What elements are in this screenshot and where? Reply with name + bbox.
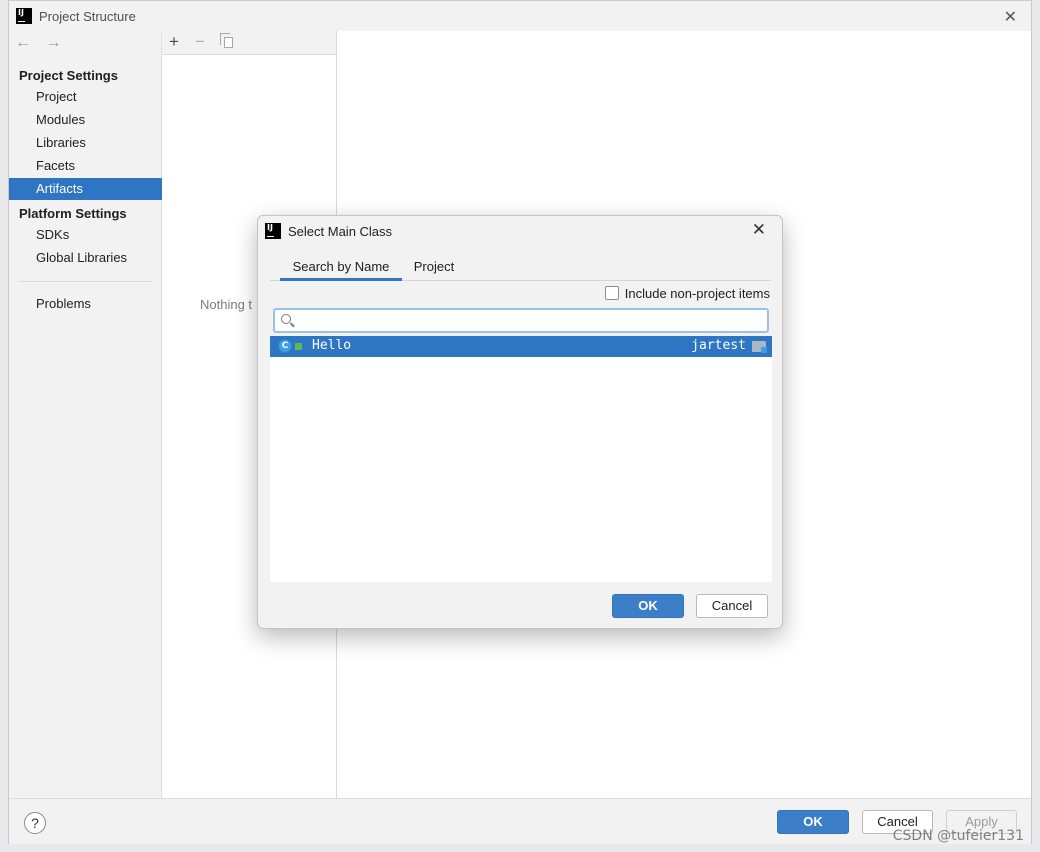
nav-arrows: ← → — [15, 34, 71, 52]
result-module-name: jartest — [691, 338, 746, 353]
tab-project[interactable]: Project — [408, 254, 460, 281]
empty-list-text: Nothing t — [200, 297, 253, 312]
runnable-marker-icon — [295, 343, 302, 350]
ok-button[interactable]: OK — [777, 810, 849, 834]
select-main-class-dialog: IJ Select Main Class ✕ Search by Name Pr… — [257, 215, 783, 629]
remove-icon[interactable]: − — [195, 32, 205, 52]
back-arrow-icon[interactable]: ← — [15, 34, 31, 51]
include-non-project-label: Include non-project items — [624, 286, 770, 301]
dialog-tabs: Search by Name Project — [270, 254, 771, 281]
project-settings-heading: Project Settings — [19, 68, 118, 83]
intellij-logo-icon: IJ — [265, 223, 281, 239]
window-title: Project Structure — [39, 9, 136, 24]
platform-settings-heading: Platform Settings — [19, 206, 127, 221]
sidebar-item-artifacts[interactable]: Artifacts — [9, 178, 162, 200]
close-icon[interactable]: ✕ — [1004, 7, 1017, 27]
tab-search-by-name[interactable]: Search by Name — [280, 254, 402, 281]
dialog-cancel-button[interactable]: Cancel — [696, 594, 768, 618]
class-search-input[interactable] — [297, 310, 763, 331]
result-row[interactable]: C Hello jartest — [270, 336, 772, 357]
sidebar-item-global-libraries[interactable]: Global Libraries — [9, 247, 162, 269]
dialog-ok-button[interactable]: OK — [612, 594, 684, 618]
help-button[interactable]: ? — [24, 812, 46, 834]
include-non-project-checkbox[interactable] — [604, 286, 619, 300]
module-folder-icon — [752, 341, 767, 353]
sidebar-divider — [19, 281, 152, 282]
sidebar-item-libraries[interactable]: Libraries — [9, 132, 162, 154]
footer-bar: ? OK Cancel Apply — [9, 798, 1031, 844]
artifacts-toolbar: + − — [162, 31, 336, 55]
results-list: C Hello jartest — [270, 336, 772, 582]
sidebar-item-facets[interactable]: Facets — [9, 155, 162, 177]
result-class-name: Hello — [312, 338, 352, 353]
sidebar-item-modules[interactable]: Modules — [9, 109, 162, 131]
copy-icon[interactable] — [220, 33, 233, 48]
dialog-close-icon[interactable]: ✕ — [752, 220, 766, 240]
include-non-project-option[interactable]: Include non-project items — [604, 286, 770, 301]
intellij-logo-icon: IJ — [16, 8, 32, 24]
search-icon — [281, 314, 291, 324]
csdn-watermark: CSDN @tufeier131 — [892, 828, 1024, 844]
sidebar-item-sdks[interactable]: SDKs — [9, 224, 162, 246]
dialog-title: Select Main Class — [288, 224, 393, 239]
sidebar-item-problems[interactable]: Problems — [9, 293, 162, 315]
sidebar-item-project[interactable]: Project — [9, 86, 162, 108]
class-icon: C — [278, 339, 292, 353]
settings-sidebar: ← → Project Settings Project Modules Lib… — [9, 31, 162, 798]
forward-arrow-icon[interactable]: → — [45, 34, 61, 51]
class-search-field[interactable] — [273, 308, 769, 333]
add-icon[interactable]: + — [169, 32, 179, 52]
title-bar: IJ Project Structure ✕ — [9, 1, 1031, 31]
